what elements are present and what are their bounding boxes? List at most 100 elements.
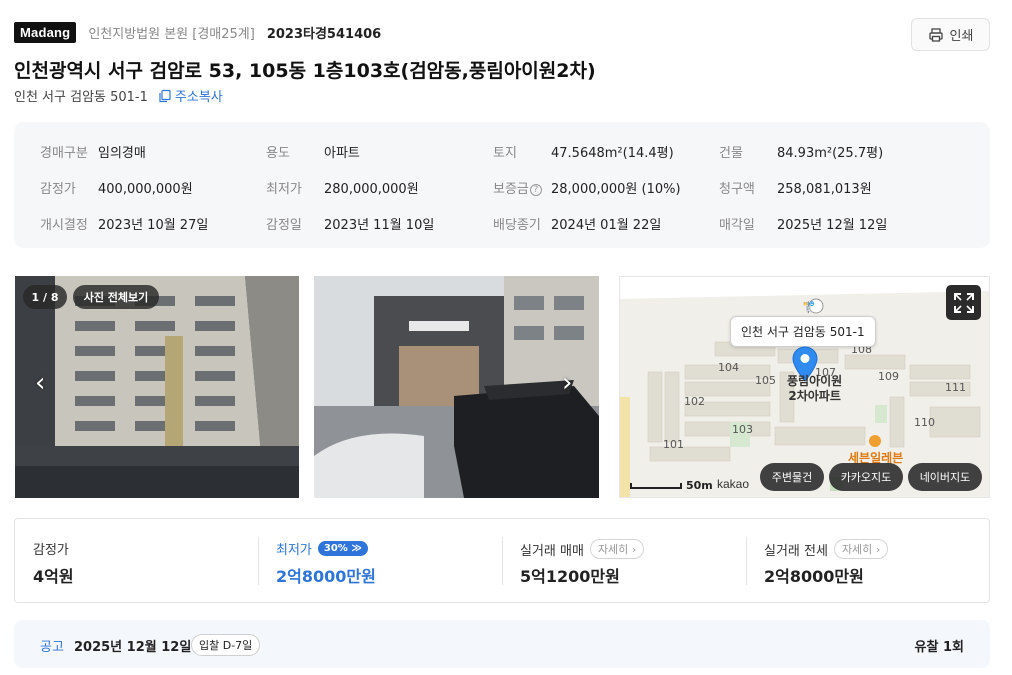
price-value: 2억8000만원	[276, 567, 376, 586]
trade-detail-button[interactable]: 자세히 ›	[589, 539, 645, 559]
poi-line: 풍림아이원	[787, 374, 843, 388]
info-sale-date: 매각일 2025년 12월 12일	[719, 214, 887, 233]
price-value: 4억원	[33, 567, 74, 586]
notice-bar: 공고 2025년 12월 12일 입찰 D-7일 유찰 1회	[14, 620, 990, 668]
naver-map-button[interactable]: 네이버지도	[908, 463, 982, 491]
info-land: 토지 47.5648m²(14.4평)	[493, 142, 674, 161]
info-min-price: 최저가 280,000,000원	[266, 178, 419, 197]
info-start-date: 개시결정 2023년 10월 27일	[40, 214, 208, 233]
info-value: 28,000,000원 (10%)	[551, 182, 681, 197]
print-label: 인쇄	[949, 29, 974, 44]
info-label: 개시결정	[40, 218, 88, 233]
photo-counter: 1 / 8	[23, 285, 67, 309]
building-label: 111	[945, 381, 966, 394]
info-value: 2025년 12월 12일	[777, 218, 888, 233]
print-button[interactable]: 인쇄	[911, 18, 990, 51]
detail-label: 자세히	[597, 543, 629, 556]
sub-address-row: 인천 서구 검암동 501-1 주소복사	[14, 86, 223, 105]
sub-address: 인천 서구 검암동 501-1	[14, 90, 148, 105]
info-value: 임의경매	[98, 146, 146, 161]
location-map[interactable]: 🚏 108 107 104 105 109 111 102 103 101 11…	[619, 276, 990, 498]
divider	[746, 537, 747, 585]
next-photo-arrow[interactable]: ›	[562, 368, 572, 398]
price-label: 실거래 매매	[520, 543, 584, 559]
building-label: 104	[718, 361, 739, 374]
case-info-panel: 경매구분 임의경매 용도 아파트 토지 47.5648m²(14.4평) 건물 84.9…	[14, 122, 990, 248]
building-label: 103	[732, 423, 753, 436]
price-label: 감정가	[33, 543, 69, 558]
info-value: 280,000,000원	[324, 182, 419, 197]
chevron-right-icon: ›	[631, 543, 637, 556]
dday-badge: 입찰 D-7일	[191, 634, 261, 656]
info-label: 감정일	[266, 218, 302, 233]
case-header: Madang 인천지방법원 본원 [경매25계] 2023타경541406	[14, 22, 381, 43]
info-label: 최저가	[266, 182, 302, 197]
price-value: 5억1200만원	[520, 567, 620, 586]
prev-photo-arrow[interactable]: ‹	[35, 368, 45, 398]
info-value: 2023년 11월 10일	[324, 218, 435, 233]
info-label: 보증금	[493, 182, 529, 197]
info-dividend-date: 배당종기 2024년 01월 22일	[493, 214, 661, 233]
info-label: 청구액	[719, 182, 755, 197]
page-title: 인천광역시 서구 검암로 53, 105동 1층103호(검암동,풍림아이원2차…	[14, 60, 596, 82]
double-chevron-down-icon: ≫	[351, 543, 362, 554]
building-label: 109	[878, 370, 899, 383]
info-value: 258,081,013원	[777, 182, 872, 197]
map-provider-logo: kakao	[717, 477, 750, 491]
price-appraisal: 감정가 4억원	[33, 519, 253, 602]
price-label: 최저가	[276, 543, 312, 558]
copy-icon	[159, 89, 171, 102]
map-poi-label: 풍림아이원 2차아파트	[787, 374, 842, 404]
detail-label: 자세히	[841, 543, 873, 556]
info-value: 84.93m²(25.7평)	[777, 146, 884, 161]
copy-address-button[interactable]: 주소복사	[158, 86, 223, 105]
help-icon[interactable]: ?	[529, 184, 542, 196]
info-usage: 용도 아파트	[266, 142, 360, 161]
info-label: 토지	[493, 146, 517, 161]
discount-badge: 30% ≫	[317, 541, 368, 556]
map-scale: 50m	[630, 479, 713, 492]
copy-address-label: 주소복사	[174, 90, 223, 105]
info-auction-type: 경매구분 임의경매	[40, 142, 146, 161]
info-value: 400,000,000원	[98, 182, 193, 197]
apartment-photo	[15, 276, 299, 498]
price-min: 최저가 30% ≫ 2억8000만원	[276, 519, 496, 602]
poi-line: 2차아파트	[788, 389, 841, 403]
printer-icon	[928, 27, 943, 42]
notice-date: 2025년 12월 12일	[74, 640, 192, 655]
building-label: 101	[663, 438, 684, 451]
info-building: 건물 84.93m²(25.7평)	[719, 142, 883, 161]
info-value: 47.5648m²(14.4평)	[551, 146, 674, 161]
fail-count: 유찰 1회	[914, 640, 964, 655]
scale-label: 50m	[686, 479, 713, 492]
info-appraisal-date: 감정일 2023년 11월 10일	[266, 214, 434, 233]
view-all-photos-button[interactable]: 사진 전체보기	[73, 285, 159, 309]
info-label: 경매구분	[40, 146, 88, 161]
notice-label: 공고	[40, 640, 64, 655]
map-address-callout: 인천 서구 검암동 501-1	[730, 316, 876, 347]
info-appraisal: 감정가 400,000,000원	[40, 178, 193, 197]
divider	[502, 537, 503, 585]
nearby-properties-button[interactable]: 주변물건	[760, 463, 824, 491]
discount-percent: 30%	[323, 543, 348, 554]
price-summary: 감정가 4억원 최저가 30% ≫ 2억8000만원 실거래 매매 자세히 › 5억…	[14, 518, 990, 603]
kakao-map-button[interactable]: 카카오지도	[829, 463, 903, 491]
scale-bar	[630, 482, 682, 489]
info-deposit: 보증금? 28,000,000원 (10%)	[493, 178, 681, 197]
info-label: 배당종기	[493, 218, 541, 233]
info-value: 2024년 01월 22일	[551, 218, 662, 233]
info-label: 건물	[719, 146, 743, 161]
price-value: 2억8000만원	[764, 567, 864, 586]
property-photo-2[interactable]: ›	[314, 276, 599, 498]
property-photo-1[interactable]: 1 / 8 사진 전체보기 ‹	[15, 276, 299, 498]
info-value: 아파트	[324, 146, 360, 161]
info-label: 매각일	[719, 218, 755, 233]
entrance-photo	[314, 276, 599, 498]
info-value: 2023년 10월 27일	[98, 218, 209, 233]
info-label: 감정가	[40, 182, 76, 197]
price-trade: 실거래 매매 자세히 › 5억1200만원	[520, 519, 740, 602]
jeonse-detail-button[interactable]: 자세히 ›	[833, 539, 889, 559]
brand-logo: Madang	[14, 22, 77, 43]
expand-map-button[interactable]	[946, 285, 981, 320]
building-label: 102	[684, 395, 705, 408]
